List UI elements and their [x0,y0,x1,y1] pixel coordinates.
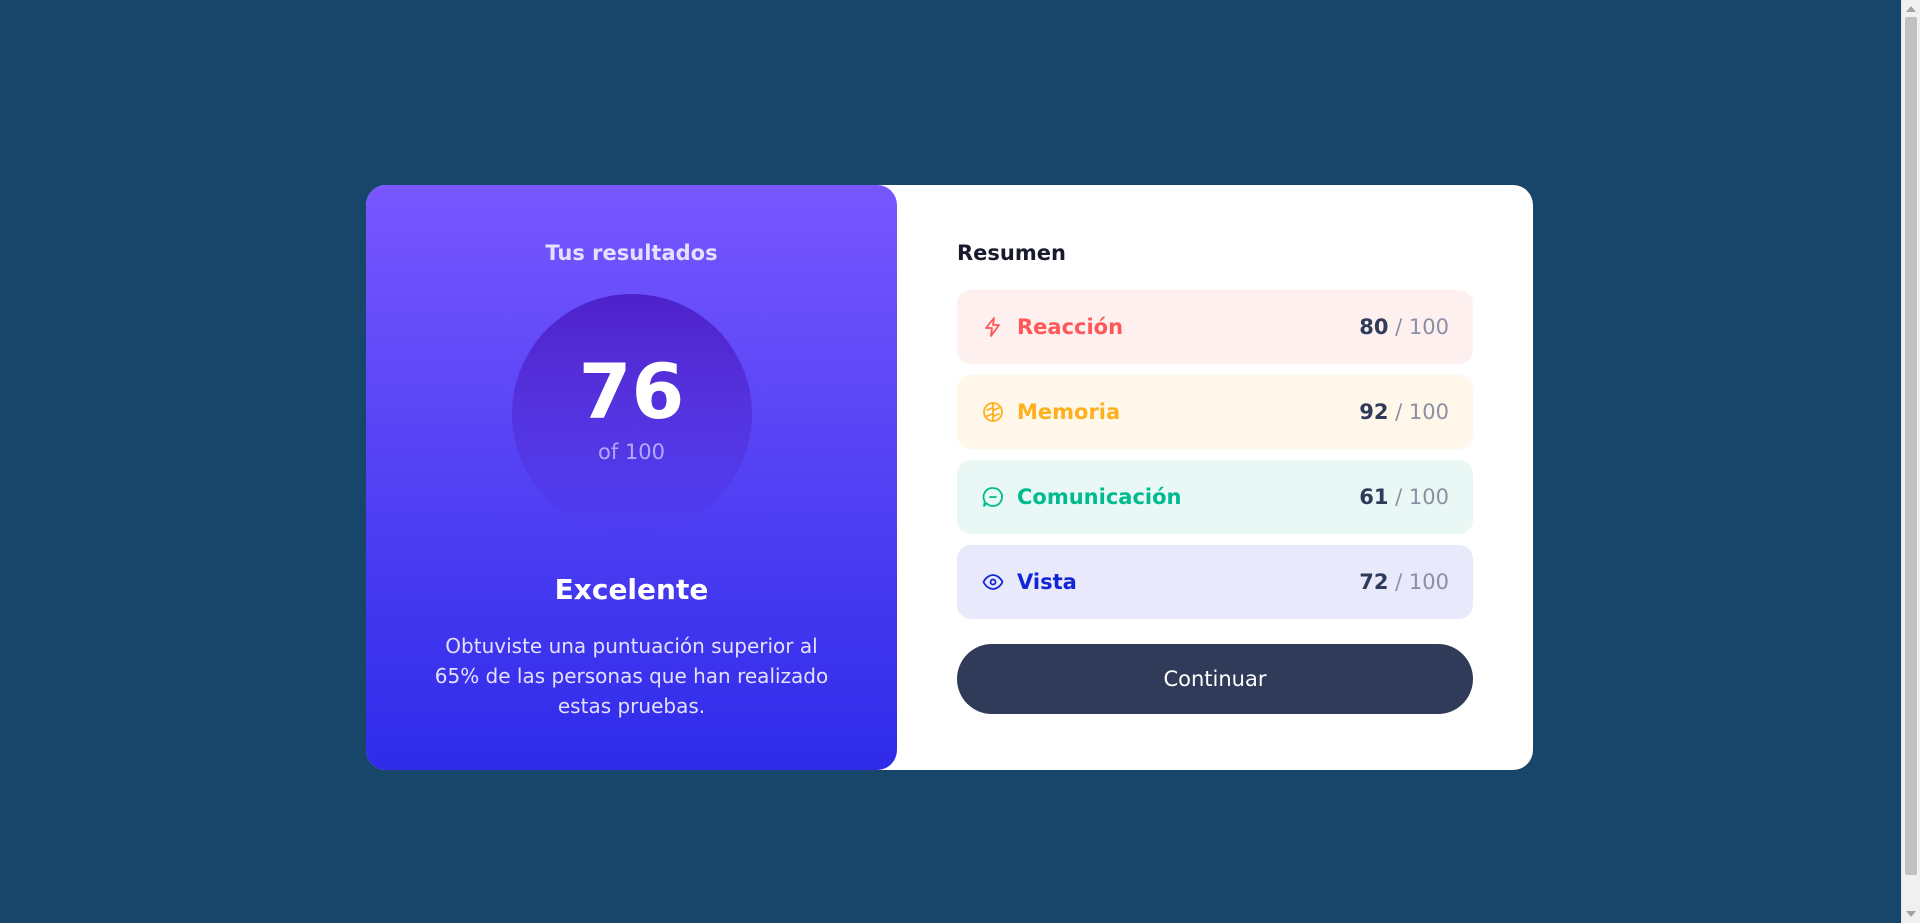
continue-button[interactable]: Continuar [957,644,1473,714]
result-description: Obtuviste una puntuación superior al 65%… [434,634,829,718]
summary-item-value: 80 [1359,315,1389,339]
scroll-down-arrow-icon[interactable] [1906,911,1916,917]
summary-item-reaction: Reacción 80 / 100 [957,290,1473,364]
summary-item-score: 72 / 100 [1359,570,1449,594]
scrollbar-thumb[interactable] [1905,17,1917,875]
summary-item-label: Memoria [1017,400,1121,424]
page: Tus resultados 76 of 100 Excelente Obtuv… [0,0,1920,923]
summary-item-score: 61 / 100 [1359,485,1449,509]
lightning-icon [981,315,1005,339]
summary-heading: Resumen [957,241,1066,265]
summary-item-communication: Comunicación 61 / 100 [957,460,1473,534]
summary-item-separator: / [1395,485,1403,509]
score-circle: 76 of 100 [511,294,752,534]
summary-list: Reacción 80 / 100 Memoria 92 / 100 Comun… [957,290,1473,619]
scroll-up-arrow-icon[interactable] [1906,6,1916,12]
summary-item-max: 100 [1408,315,1449,339]
brain-icon [981,400,1005,424]
summary-item-value: 92 [1359,400,1389,424]
vertical-scrollbar[interactable] [1901,0,1920,923]
summary-item-label: Reacción [1017,315,1124,339]
summary-item-max: 100 [1408,400,1449,424]
summary-item-value: 61 [1359,485,1389,509]
summary-item-separator: / [1395,400,1403,424]
summary-item-label: Comunicación [1017,485,1182,509]
summary-item-visual: Vista 72 / 100 [957,545,1473,619]
rating-title: Excelente [554,573,709,606]
summary-item-memory: Memoria 92 / 100 [957,375,1473,449]
summary-item-score: 80 / 100 [1359,315,1449,339]
result-panel: Tus resultados 76 of 100 Excelente Obtuv… [366,185,897,770]
summary-item-separator: / [1395,570,1403,594]
summary-item-max: 100 [1408,570,1449,594]
summary-panel: Resumen Reacción 80 / 100 Memoria 92 / 1… [897,185,1533,770]
summary-item-max: 100 [1408,485,1449,509]
results-card: Tus resultados 76 of 100 Excelente Obtuv… [366,185,1533,770]
score-of-label: of 100 [598,440,665,464]
summary-item-label: Vista [1017,570,1077,594]
score-value: 76 [578,347,685,436]
summary-item-value: 72 [1359,570,1389,594]
summary-item-score: 92 / 100 [1359,400,1449,424]
eye-icon [981,570,1005,594]
summary-item-separator: / [1395,315,1403,339]
result-heading: Tus resultados [545,241,718,265]
chat-bubble-icon [981,485,1005,509]
